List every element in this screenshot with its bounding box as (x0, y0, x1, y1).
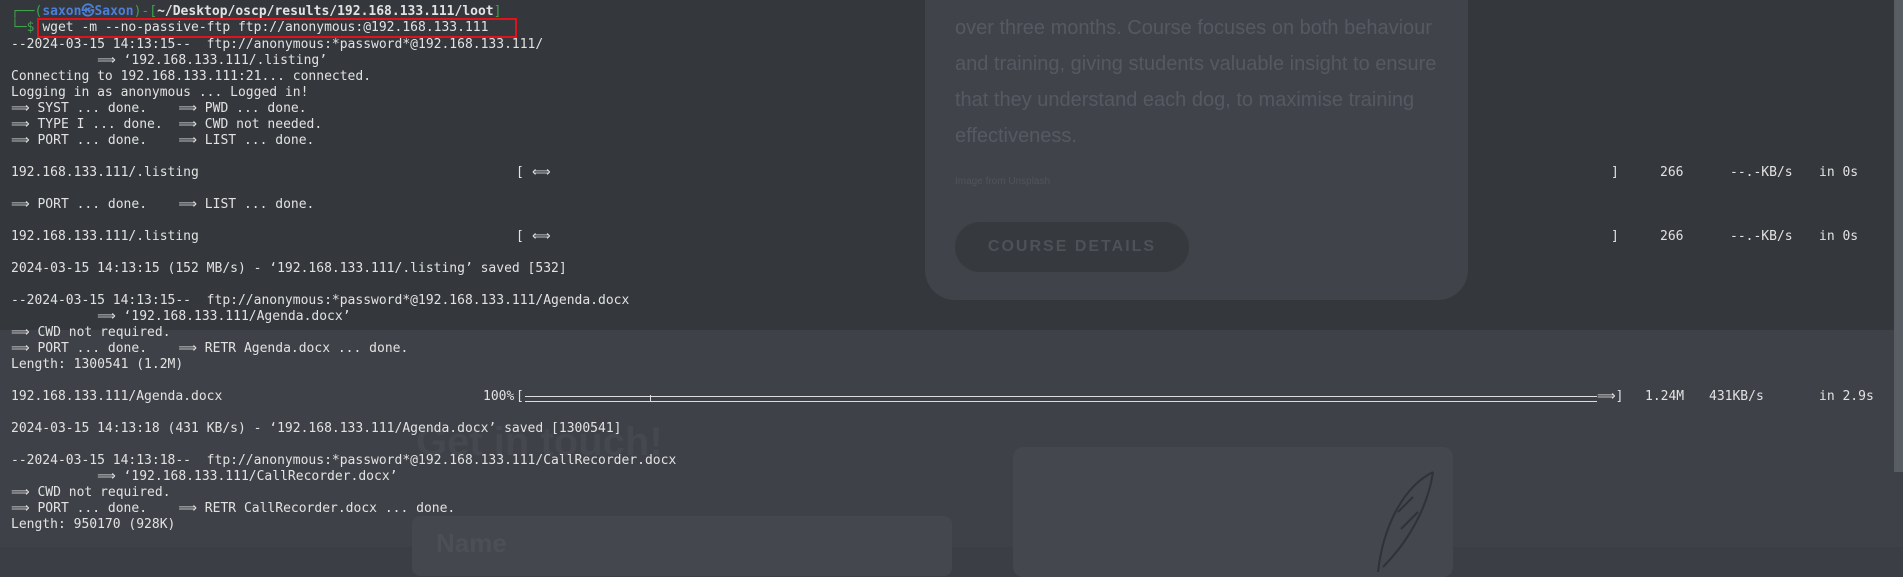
transfer-time: in 0s (1819, 229, 1859, 244)
output-line: ⟹ ‘192.168.133.111/Agenda.docx’ (11, 309, 351, 324)
output-line: Length: 1300541 (1.2M) (11, 357, 184, 372)
transfer-rate: 431KB/s (1709, 389, 1764, 404)
transfer-close-bracket: ⟹] (1597, 389, 1624, 404)
output-line: ⟹ CWD not required. (11, 325, 171, 340)
output-line: 2024-03-15 14:13:15 (152 MB/s) - ‘192.16… (11, 261, 567, 276)
command-highlight-box (37, 18, 517, 38)
transfer-close-bracket: ] (1611, 229, 1619, 244)
transfer-indicator: ⟺ (532, 229, 551, 244)
transfer-indicator: ⟺ (532, 165, 551, 180)
output-line: ⟹ SYST ... done. ⟹ PWD ... done. (11, 101, 307, 116)
transfer-size: 1.24M (1645, 389, 1685, 404)
output-line: ⟹ CWD not required. (11, 485, 171, 500)
download-progress-bar (525, 396, 1597, 402)
output-line: ⟹ PORT ... done. ⟹ LIST ... done. (11, 197, 315, 212)
output-line: ⟹ PORT ... done. ⟹ RETR Agenda.docx ... … (11, 341, 409, 356)
output-line: 2024-03-15 14:13:18 (431 KB/s) - ‘192.16… (11, 421, 622, 436)
transfer-rate: --.-KB/s (1730, 229, 1793, 244)
transfer-time: in 0s (1819, 165, 1859, 180)
transfer-filename: 192.168.133.111/.listing (11, 229, 199, 244)
transfer-close-bracket: ] (1611, 165, 1619, 180)
output-line: ⟹ PORT ... done. ⟹ LIST ... done. (11, 133, 315, 148)
output-line: Logging in as anonymous ... Logged in! (11, 85, 309, 100)
output-line: --2024-03-15 14:13:18-- ftp://anonymous:… (11, 453, 677, 468)
output-line: ⟹ TYPE I ... done. ⟹ CWD not needed. (11, 117, 323, 132)
progress-tick (650, 395, 651, 402)
output-line: Connecting to 192.168.133.111:21... conn… (11, 69, 372, 84)
output-line: ⟹ ‘192.168.133.111/.listing’ (11, 53, 328, 68)
output-line: ⟹ PORT ... done. ⟹ RETR CallRecorder.doc… (11, 501, 456, 516)
output-line: Length: 950170 (928K) (11, 517, 176, 532)
output-line: --2024-03-15 14:13:15-- ftp://anonymous:… (11, 293, 630, 308)
prompt-separator: )-[ (133, 4, 158, 19)
transfer-size: 266 (1660, 165, 1684, 180)
prompt-path: ~/Desktop/oscp/results/192.168.133.111/l… (157, 4, 494, 19)
prompt-box-close: ] (493, 4, 502, 19)
transfer-size: 266 (1660, 229, 1684, 244)
transfer-open-bracket: [ (516, 165, 524, 180)
prompt-user: saxon㉿Saxon (42, 4, 134, 19)
terminal-window[interactable]: ┌──(saxon㉿Saxon)-[~/Desktop/oscp/results… (0, 0, 1903, 547)
transfer-percent: 100% (483, 389, 515, 404)
prompt-box-open: ┌──( (11, 4, 43, 19)
transfer-filename: 192.168.133.111/Agenda.docx (11, 389, 223, 404)
output-line: --2024-03-15 14:13:15-- ftp://anonymous:… (11, 37, 544, 52)
output-line: ⟹ ‘192.168.133.111/CallRecorder.docx’ (11, 469, 398, 484)
transfer-open-bracket: [ (516, 389, 524, 404)
transfer-filename: 192.168.133.111/.listing (11, 165, 199, 180)
transfer-time: in 2.9s (1819, 389, 1874, 404)
transfer-open-bracket: [ (516, 229, 524, 244)
transfer-rate: --.-KB/s (1730, 165, 1793, 180)
